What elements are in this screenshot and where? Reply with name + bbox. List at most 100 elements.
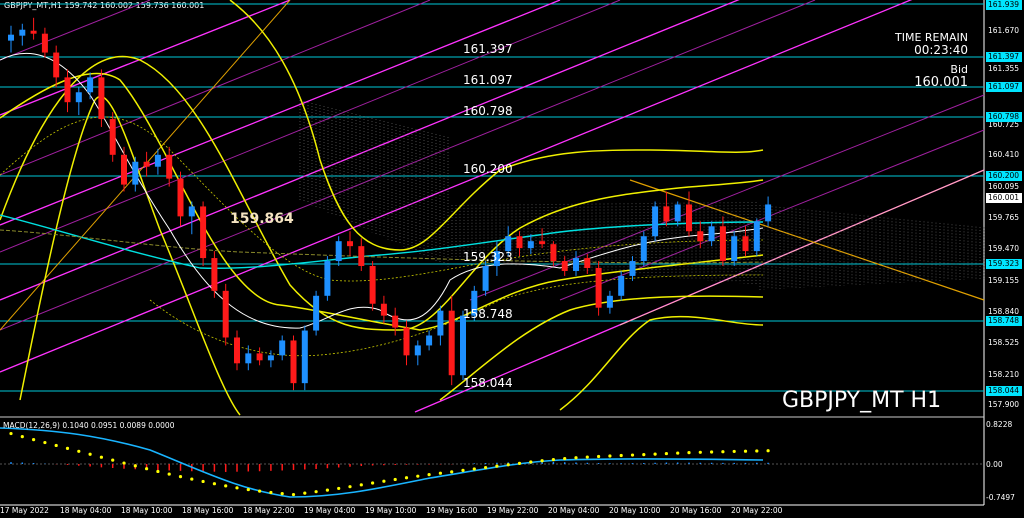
macd-signal-dot: [585, 455, 589, 459]
price-tick: 157.900: [988, 400, 1020, 409]
macd-signal-dot: [551, 457, 556, 462]
candle-body: [335, 241, 342, 262]
candle-body: [686, 204, 692, 232]
level-price-tag: 159.323: [986, 259, 1022, 269]
macd-signal-dot: [348, 485, 352, 489]
level-price-tag: 158.748: [986, 316, 1022, 326]
macd-signal-dot: [676, 451, 680, 455]
price-tick: 159.470: [988, 244, 1020, 253]
macd-signal-dot: [31, 437, 36, 442]
macd-signal-dot: [495, 464, 499, 468]
macd-signal-dot: [721, 450, 725, 454]
level-label: 159.323: [463, 250, 513, 264]
macd-signal-dot: [427, 473, 431, 477]
price-tick: 159.155: [988, 276, 1020, 285]
pink-trend: [619, 169, 985, 326]
candle-body: [629, 261, 636, 276]
macd-signal-dot: [597, 454, 601, 459]
price-tick: 158.210: [988, 370, 1020, 379]
price-tick: 158.525: [988, 338, 1020, 347]
price-tick: 161.355: [988, 64, 1020, 73]
macd-signal-dot: [574, 456, 578, 460]
candle-body: [53, 52, 60, 78]
macd-signal-dot: [732, 449, 736, 454]
macd-signal-dot: [133, 464, 137, 468]
macd-signal-dot: [608, 454, 612, 458]
macd-signal-dot: [145, 467, 149, 471]
macd-signal-dot: [20, 435, 24, 439]
macd-scale-bottom: -0.7497: [986, 493, 1015, 502]
candle-body: [234, 337, 240, 364]
macd-signal-dot: [450, 470, 454, 474]
time-tick: 19 May 10:00: [365, 506, 417, 515]
macd-scale-top: 0.8228: [986, 420, 1013, 429]
candle-body: [584, 258, 591, 268]
macd-signal-dot: [65, 446, 70, 450]
candle-body: [380, 303, 387, 316]
price-tick: 161.670: [988, 26, 1020, 35]
macd-signal-dot: [303, 491, 307, 495]
candle-body: [460, 315, 466, 376]
level-price-tag: 160.200: [986, 171, 1022, 181]
macd-signal-dot: [258, 489, 262, 493]
macd-signal-dot: [43, 440, 47, 445]
highlight-price: 159.864: [230, 211, 294, 227]
candle-body: [290, 340, 297, 384]
time-tick: 18 May 22:00: [243, 506, 295, 515]
current-price-tag: 160.001: [986, 193, 1022, 203]
macd-signal-dot: [630, 453, 635, 457]
ma-cyan: [0, 214, 764, 269]
candle-body: [324, 261, 331, 296]
candle-body: [369, 266, 376, 304]
upper-band: [0, 55, 764, 331]
macd-title: MACD(12,26,9) 0.1040 0.0951 0.0089 0.000…: [3, 421, 175, 430]
level-price-tag: 160.798: [986, 112, 1022, 122]
macd-signal-dot: [325, 488, 329, 492]
candle-body: [109, 119, 116, 155]
candle-body: [211, 258, 218, 291]
level-price-tag: 158.044: [986, 386, 1022, 396]
macd-signal-dot: [755, 449, 759, 453]
level-price-tag: 161.097: [986, 82, 1022, 92]
orange-trend: [629, 179, 985, 301]
candle-body: [200, 206, 207, 259]
candle-body: [505, 236, 512, 252]
candle-body: [697, 231, 704, 242]
candle-body: [640, 236, 647, 262]
thin-line-6: [559, 129, 985, 301]
candle-body: [256, 353, 263, 361]
candle-body: [652, 206, 659, 237]
macd-signal-dot: [190, 477, 194, 481]
macd-signal-dot: [619, 453, 623, 458]
candle-body: [742, 236, 749, 252]
candle-body: [8, 34, 14, 41]
candle-body: [301, 330, 308, 384]
level-label: 158.748: [463, 307, 513, 321]
candle-body: [516, 236, 523, 249]
candle-body: [313, 295, 320, 331]
time-tick: 18 May 16:00: [182, 506, 234, 515]
macd-signal-dot: [472, 467, 476, 471]
candle-body: [550, 244, 557, 262]
candle-body: [177, 178, 184, 217]
macd-signal-dot: [88, 452, 92, 456]
candle-body: [121, 154, 127, 185]
price-tick: 160.410: [988, 150, 1020, 159]
candle-body: [19, 29, 26, 36]
macd-signal-dot: [224, 484, 228, 488]
candle-body: [132, 161, 139, 185]
macd-signal-dot: [201, 479, 205, 484]
level-label: 160.798: [463, 104, 513, 118]
candle-body: [166, 154, 173, 179]
candle-body: [539, 241, 546, 245]
price-tick: 160.095: [988, 182, 1020, 191]
macd-signal-dot: [529, 460, 533, 464]
macd-signal-dot: [506, 463, 510, 467]
level-price-tag: 161.397: [986, 52, 1022, 62]
bid-value: 160.001: [914, 75, 968, 90]
candle-body: [561, 261, 568, 271]
candle-body: [618, 275, 625, 296]
candle-body: [573, 258, 579, 271]
candle-body: [731, 236, 738, 262]
time-tick: 20 May 04:00: [548, 506, 600, 515]
